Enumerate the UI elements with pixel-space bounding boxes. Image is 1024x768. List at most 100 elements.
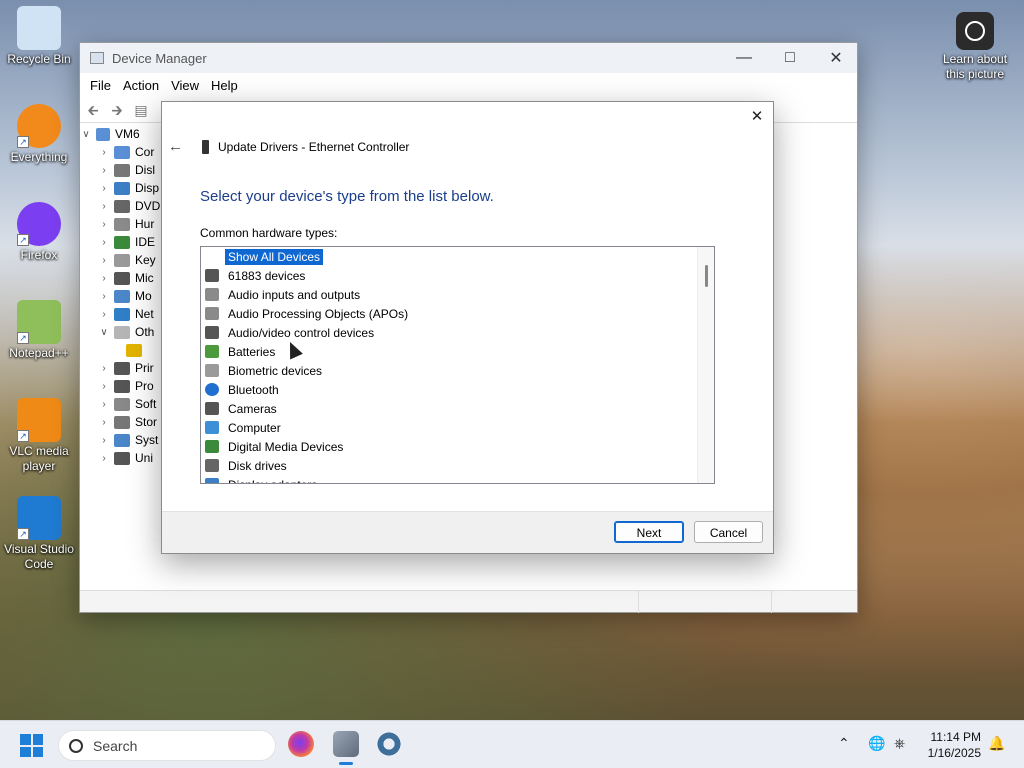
tree-root-label: VM6 bbox=[115, 127, 140, 141]
hardware-type-item[interactable]: Show All Devices bbox=[201, 247, 714, 266]
chevron-right-icon[interactable]: › bbox=[98, 291, 110, 302]
desktop-icon-3[interactable]: ↗ Notepad++ bbox=[1, 300, 77, 361]
clock[interactable]: 11:14 PM 1/16/2025 bbox=[928, 729, 981, 761]
hardware-type-icon bbox=[205, 478, 219, 483]
chevron-right-icon[interactable]: › bbox=[98, 381, 110, 392]
tree-item[interactable]: › Soft bbox=[80, 395, 162, 413]
desktop-icon-label: Recycle Bin bbox=[7, 52, 71, 66]
desktop-icon-0[interactable]: Recycle Bin bbox=[1, 6, 77, 67]
hardware-type-label: 61883 devices bbox=[228, 268, 306, 283]
tree-item[interactable]: › Key bbox=[80, 251, 162, 269]
hardware-type-item[interactable]: Digital Media Devices bbox=[201, 437, 714, 456]
hardware-type-item[interactable]: Display adapters bbox=[201, 475, 714, 483]
tree-item[interactable]: › Stor bbox=[80, 413, 162, 431]
forward-arrow-icon[interactable]: 🡲 bbox=[108, 102, 126, 118]
tree-item[interactable]: ∨ Oth bbox=[80, 323, 162, 341]
chevron-right-icon[interactable]: › bbox=[98, 165, 110, 176]
device-category-icon bbox=[114, 379, 130, 393]
back-arrow-icon[interactable]: 🡰 bbox=[84, 102, 102, 118]
chevron-down-icon[interactable]: ∨ bbox=[80, 129, 92, 140]
tree-item[interactable]: › Mic bbox=[80, 269, 162, 287]
hardware-type-item[interactable]: 61883 devices bbox=[201, 266, 714, 285]
maximize-button[interactable]: □ bbox=[767, 43, 813, 73]
hardware-type-icon bbox=[205, 440, 219, 453]
tree-item[interactable]: › IDE bbox=[80, 233, 162, 251]
hardware-type-item[interactable]: Audio Processing Objects (APOs) bbox=[201, 304, 714, 323]
tree-root[interactable]: ∨ VM6 bbox=[80, 125, 162, 143]
menu-help[interactable]: Help bbox=[205, 78, 244, 93]
menu-file[interactable]: File bbox=[84, 78, 117, 93]
tree-item[interactable]: › Cor bbox=[80, 143, 162, 161]
desktop-icon-1[interactable]: ↗ Everything bbox=[1, 104, 77, 165]
tree-item[interactable] bbox=[80, 341, 162, 359]
taskbar-search[interactable]: Search bbox=[58, 730, 276, 761]
chevron-right-icon[interactable]: › bbox=[98, 255, 110, 266]
desktop-icon-5[interactable]: ↗ Visual Studio Code bbox=[1, 496, 77, 572]
network-icon[interactable]: ⎈ bbox=[894, 735, 905, 752]
firefox-taskbar-icon[interactable] bbox=[288, 731, 314, 757]
settings-gear-icon[interactable] bbox=[376, 731, 402, 757]
chevron-right-icon[interactable]: › bbox=[98, 399, 110, 410]
scrollbar-thumb[interactable] bbox=[705, 265, 708, 287]
start-button[interactable] bbox=[20, 734, 43, 757]
hardware-type-item[interactable]: Audio/video control devices bbox=[201, 323, 714, 342]
properties-icon[interactable]: ▤ bbox=[132, 102, 150, 118]
minimize-button[interactable]: — bbox=[721, 43, 767, 73]
hardware-type-item[interactable]: Computer bbox=[201, 418, 714, 437]
chevron-right-icon[interactable]: › bbox=[98, 363, 110, 374]
cancel-button[interactable]: Cancel bbox=[694, 521, 763, 543]
menu-action[interactable]: Action bbox=[117, 78, 165, 93]
shortcut-arrow-icon: ↗ bbox=[17, 332, 29, 344]
tree-item[interactable]: › Net bbox=[80, 305, 162, 323]
list-scrollbar[interactable] bbox=[697, 247, 714, 483]
tree-item[interactable]: › Syst bbox=[80, 431, 162, 449]
hardware-type-item[interactable]: Batteries bbox=[201, 342, 714, 361]
hardware-type-item[interactable]: Cameras bbox=[201, 399, 714, 418]
tree-item[interactable]: › Uni bbox=[80, 449, 162, 467]
hardware-type-item[interactable]: Bluetooth bbox=[201, 380, 714, 399]
chevron-up-icon[interactable]: ⌃ bbox=[838, 735, 850, 752]
bell-icon[interactable]: 🔔 bbox=[988, 735, 1005, 752]
tree-item[interactable]: › Hur bbox=[80, 215, 162, 233]
dialog-close-button[interactable]: ✕ bbox=[747, 107, 767, 127]
tree-item[interactable]: › Pro bbox=[80, 377, 162, 395]
tree-item[interactable]: › DVD bbox=[80, 197, 162, 215]
hardware-type-item[interactable]: Disk drives bbox=[201, 456, 714, 475]
tree-item[interactable]: › Mo bbox=[80, 287, 162, 305]
chevron-right-icon[interactable]: › bbox=[98, 201, 110, 212]
device-category-icon bbox=[114, 433, 130, 447]
tree-item-label: DVD bbox=[135, 199, 161, 213]
tree-item[interactable]: › Disp bbox=[80, 179, 162, 197]
chevron-right-icon[interactable]: › bbox=[98, 183, 110, 194]
learn-about-label: Learn about this picture bbox=[942, 52, 1008, 81]
close-button[interactable]: ✕ bbox=[813, 43, 859, 73]
chevron-right-icon[interactable]: › bbox=[98, 453, 110, 464]
back-arrow-icon[interactable]: ← bbox=[168, 138, 183, 155]
camera-icon bbox=[956, 12, 994, 50]
chevron-right-icon[interactable]: › bbox=[98, 435, 110, 446]
ethernet-controller-icon bbox=[202, 140, 209, 154]
chevron-right-icon[interactable]: › bbox=[98, 237, 110, 248]
desktop-icon-2[interactable]: ↗ Firefox bbox=[1, 202, 77, 263]
next-button[interactable]: Next bbox=[614, 521, 684, 543]
hardware-type-icon bbox=[205, 326, 219, 339]
chevron-right-icon[interactable]: › bbox=[98, 219, 110, 230]
chevron-right-icon[interactable]: › bbox=[98, 417, 110, 428]
globe-icon[interactable]: 🌐 bbox=[868, 735, 885, 752]
hardware-type-label: Biometric devices bbox=[228, 363, 323, 378]
menu-view[interactable]: View bbox=[165, 78, 205, 93]
chevron-right-icon[interactable]: › bbox=[98, 147, 110, 158]
learn-about-picture[interactable]: Learn about this picture bbox=[937, 12, 1013, 82]
chevron-right-icon[interactable]: › bbox=[98, 273, 110, 284]
hardware-type-item[interactable]: Audio inputs and outputs bbox=[201, 285, 714, 304]
tree-item[interactable]: › Prir bbox=[80, 359, 162, 377]
chevron-down-icon[interactable]: ∨ bbox=[98, 327, 110, 338]
hardware-type-item[interactable]: Biometric devices bbox=[201, 361, 714, 380]
desktop-icon-4[interactable]: ↗ VLC media player bbox=[1, 398, 77, 474]
device-category-icon bbox=[114, 307, 130, 321]
chevron-right-icon[interactable]: › bbox=[98, 309, 110, 320]
tree-item[interactable]: › Disl bbox=[80, 161, 162, 179]
firefox-icon: ↗ bbox=[17, 202, 61, 246]
device-manager-taskbar-icon[interactable] bbox=[333, 731, 359, 765]
hardware-types-list[interactable]: Show All Devices 61883 devices Audio input… bbox=[200, 246, 715, 484]
